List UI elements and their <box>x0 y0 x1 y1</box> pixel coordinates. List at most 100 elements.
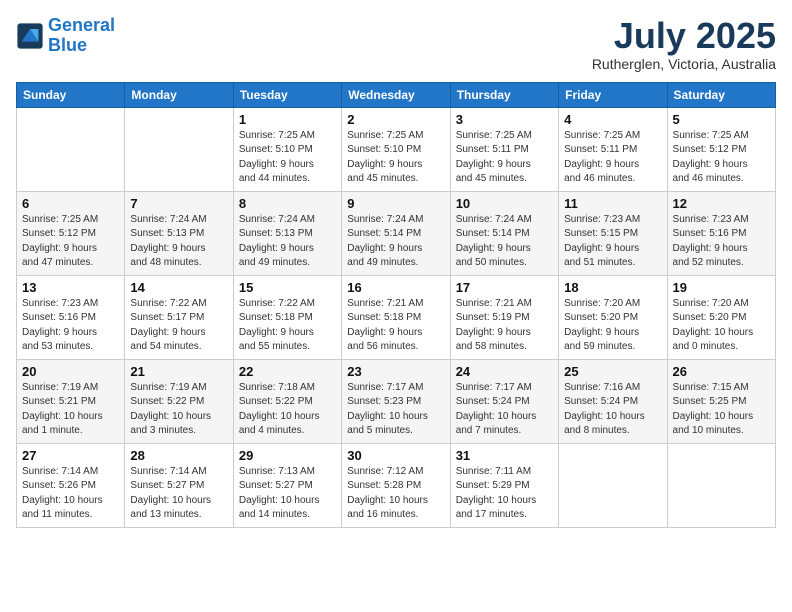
day-info: Sunrise: 7:24 AM Sunset: 5:13 PM Dayligh… <box>239 213 336 271</box>
day-info: Sunrise: 7:21 AM Sunset: 5:19 PM Dayligh… <box>456 297 553 355</box>
day-info: Sunrise: 7:23 AM Sunset: 5:16 PM Dayligh… <box>673 213 770 271</box>
calendar-cell: 2Sunrise: 7:25 AM Sunset: 5:10 PM Daylig… <box>342 107 450 191</box>
calendar-header-row: SundayMondayTuesdayWednesdayThursdayFrid… <box>17 82 776 107</box>
title-block: July 2025 Rutherglen, Victoria, Australi… <box>592 16 776 72</box>
day-info: Sunrise: 7:16 AM Sunset: 5:24 PM Dayligh… <box>564 381 661 439</box>
day-info: Sunrise: 7:25 AM Sunset: 5:12 PM Dayligh… <box>673 129 770 187</box>
calendar-cell: 14Sunrise: 7:22 AM Sunset: 5:17 PM Dayli… <box>125 275 233 359</box>
calendar-cell: 21 Sunrise: 7:19 AM Sunset: 5:22 PM Dayli… <box>125 359 233 443</box>
day-info: Sunrise: 7:25 AM Sunset: 5:10 PM Dayligh… <box>347 129 444 187</box>
calendar-week-row: 1 Sunrise: 7:25 AM Sunset: 5:10 PM Daylig… <box>17 107 776 191</box>
logo-line2: Blue <box>48 35 87 55</box>
day-number: 12 <box>673 196 770 211</box>
calendar-week-row: 6Sunrise: 7:25 AM Sunset: 5:12 PM Daylig… <box>17 191 776 275</box>
day-number: 27 <box>22 448 119 463</box>
calendar-cell: 25 Sunrise: 7:16 AM Sunset: 5:24 PM Dayli… <box>559 359 667 443</box>
weekday-header-saturday: Saturday <box>667 82 775 107</box>
calendar-cell <box>17 107 125 191</box>
day-info: Sunrise: 7:24 AM Sunset: 5:14 PM Dayligh… <box>347 213 444 271</box>
day-number: 19 <box>673 280 770 295</box>
day-info: Sunrise: 7:17 AM Sunset: 5:24 PM Dayligh… <box>456 381 553 439</box>
day-info: Sunrise: 7:17 AM Sunset: 5:23 PM Dayligh… <box>347 381 444 439</box>
day-number: 16 <box>347 280 444 295</box>
day-info: Sunrise: 7:25 AM Sunset: 5:11 PM Dayligh… <box>456 129 553 187</box>
month-title: July 2025 <box>592 16 776 56</box>
logo-text: General Blue <box>48 16 115 56</box>
day-number: 9 <box>347 196 444 211</box>
weekday-header-sunday: Sunday <box>17 82 125 107</box>
day-number: 24 <box>456 364 553 379</box>
weekday-header-monday: Monday <box>125 82 233 107</box>
weekday-header-friday: Friday <box>559 82 667 107</box>
calendar-cell: 6Sunrise: 7:25 AM Sunset: 5:12 PM Daylig… <box>17 191 125 275</box>
day-number: 18 <box>564 280 661 295</box>
calendar-cell: 7 Sunrise: 7:24 AM Sunset: 5:13 PM Daylig… <box>125 191 233 275</box>
calendar-cell: 5 Sunrise: 7:25 AM Sunset: 5:12 PM Daylig… <box>667 107 775 191</box>
calendar-cell: 30Sunrise: 7:12 AM Sunset: 5:28 PM Dayli… <box>342 443 450 527</box>
day-number: 29 <box>239 448 336 463</box>
day-number: 7 <box>130 196 227 211</box>
calendar-cell: 24 Sunrise: 7:17 AM Sunset: 5:24 PM Dayli… <box>450 359 558 443</box>
calendar-cell: 8 Sunrise: 7:24 AM Sunset: 5:13 PM Daylig… <box>233 191 341 275</box>
day-info: Sunrise: 7:24 AM Sunset: 5:13 PM Dayligh… <box>130 213 227 271</box>
location-subtitle: Rutherglen, Victoria, Australia <box>592 56 776 72</box>
logo-icon <box>16 22 44 50</box>
weekday-header-wednesday: Wednesday <box>342 82 450 107</box>
calendar-cell: 28 Sunrise: 7:14 AM Sunset: 5:27 PM Dayli… <box>125 443 233 527</box>
calendar-table: SundayMondayTuesdayWednesdayThursdayFrid… <box>16 82 776 528</box>
day-info: Sunrise: 7:23 AM Sunset: 5:15 PM Dayligh… <box>564 213 661 271</box>
day-number: 11 <box>564 196 661 211</box>
calendar-cell <box>559 443 667 527</box>
day-info: Sunrise: 7:22 AM Sunset: 5:17 PM Dayligh… <box>130 297 227 355</box>
day-info: Sunrise: 7:24 AM Sunset: 5:14 PM Dayligh… <box>456 213 553 271</box>
day-number: 17 <box>456 280 553 295</box>
calendar-cell: 22 Sunrise: 7:18 AM Sunset: 5:22 PM Dayli… <box>233 359 341 443</box>
calendar-week-row: 20 Sunrise: 7:19 AM Sunset: 5:21 PM Dayli… <box>17 359 776 443</box>
day-info: Sunrise: 7:13 AM Sunset: 5:27 PM Dayligh… <box>239 465 336 523</box>
day-info: Sunrise: 7:19 AM Sunset: 5:22 PM Dayligh… <box>130 381 227 439</box>
calendar-cell: 18 Sunrise: 7:20 AM Sunset: 5:20 PM Dayli… <box>559 275 667 359</box>
day-number: 21 <box>130 364 227 379</box>
day-number: 6 <box>22 196 119 211</box>
calendar-cell: 4 Sunrise: 7:25 AM Sunset: 5:11 PM Daylig… <box>559 107 667 191</box>
day-number: 25 <box>564 364 661 379</box>
day-info: Sunrise: 7:19 AM Sunset: 5:21 PM Dayligh… <box>22 381 119 439</box>
day-info: Sunrise: 7:11 AM Sunset: 5:29 PM Dayligh… <box>456 465 553 523</box>
calendar-cell: 26Sunrise: 7:15 AM Sunset: 5:25 PM Dayli… <box>667 359 775 443</box>
calendar-cell: 20 Sunrise: 7:19 AM Sunset: 5:21 PM Dayli… <box>17 359 125 443</box>
day-number: 8 <box>239 196 336 211</box>
calendar-cell: 27Sunrise: 7:14 AM Sunset: 5:26 PM Dayli… <box>17 443 125 527</box>
day-number: 28 <box>130 448 227 463</box>
day-info: Sunrise: 7:25 AM Sunset: 5:11 PM Dayligh… <box>564 129 661 187</box>
day-info: Sunrise: 7:21 AM Sunset: 5:18 PM Dayligh… <box>347 297 444 355</box>
calendar-week-row: 27Sunrise: 7:14 AM Sunset: 5:26 PM Dayli… <box>17 443 776 527</box>
day-number: 30 <box>347 448 444 463</box>
day-number: 1 <box>239 112 336 127</box>
calendar-cell: 1 Sunrise: 7:25 AM Sunset: 5:10 PM Daylig… <box>233 107 341 191</box>
weekday-header-thursday: Thursday <box>450 82 558 107</box>
day-number: 13 <box>22 280 119 295</box>
calendar-cell: 15Sunrise: 7:22 AM Sunset: 5:18 PM Dayli… <box>233 275 341 359</box>
calendar-cell: 11 Sunrise: 7:23 AM Sunset: 5:15 PM Dayli… <box>559 191 667 275</box>
page-header: General Blue July 2025 Rutherglen, Victo… <box>16 16 776 72</box>
day-number: 4 <box>564 112 661 127</box>
day-info: Sunrise: 7:20 AM Sunset: 5:20 PM Dayligh… <box>564 297 661 355</box>
day-number: 5 <box>673 112 770 127</box>
day-number: 23 <box>347 364 444 379</box>
day-number: 20 <box>22 364 119 379</box>
calendar-cell: 29 Sunrise: 7:13 AM Sunset: 5:27 PM Dayli… <box>233 443 341 527</box>
day-info: Sunrise: 7:25 AM Sunset: 5:10 PM Dayligh… <box>239 129 336 187</box>
day-info: Sunrise: 7:23 AM Sunset: 5:16 PM Dayligh… <box>22 297 119 355</box>
calendar-cell: 17 Sunrise: 7:21 AM Sunset: 5:19 PM Dayli… <box>450 275 558 359</box>
calendar-week-row: 13 Sunrise: 7:23 AM Sunset: 5:16 PM Dayli… <box>17 275 776 359</box>
day-number: 3 <box>456 112 553 127</box>
calendar-cell: 23 Sunrise: 7:17 AM Sunset: 5:23 PM Dayli… <box>342 359 450 443</box>
day-info: Sunrise: 7:22 AM Sunset: 5:18 PM Dayligh… <box>239 297 336 355</box>
calendar-cell: 16 Sunrise: 7:21 AM Sunset: 5:18 PM Dayli… <box>342 275 450 359</box>
day-number: 22 <box>239 364 336 379</box>
calendar-body: 1 Sunrise: 7:25 AM Sunset: 5:10 PM Daylig… <box>17 107 776 527</box>
calendar-cell: 3 Sunrise: 7:25 AM Sunset: 5:11 PM Daylig… <box>450 107 558 191</box>
day-info: Sunrise: 7:18 AM Sunset: 5:22 PM Dayligh… <box>239 381 336 439</box>
day-info: Sunrise: 7:14 AM Sunset: 5:27 PM Dayligh… <box>130 465 227 523</box>
logo-line1: General <box>48 15 115 35</box>
